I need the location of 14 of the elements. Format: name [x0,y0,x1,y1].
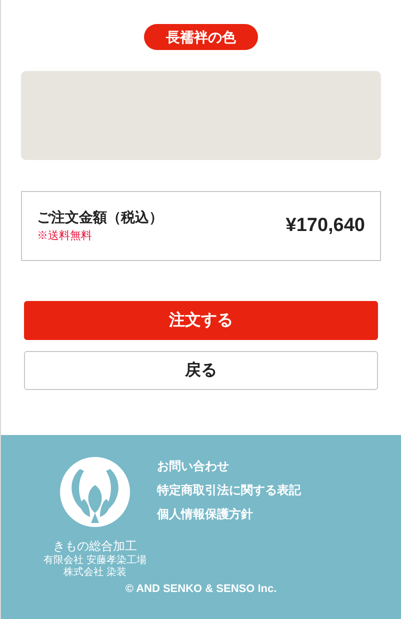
logo-company-name: 株式会社 染装 [63,567,127,579]
wreath-crest-icon [58,455,132,529]
footer-link[interactable]: 特定商取引法に関する表記 [157,481,301,499]
logo-company-name: 有限会社 安藤孝染工場 [43,555,147,566]
order-total-label: ご注文金額（税込） [37,208,163,228]
footer-link[interactable]: お問い合わせ [157,457,301,475]
section-badge: 長襦袢の色 [144,24,258,50]
free-shipping-note: ※送料無料 [37,229,93,244]
order-total-amount: ¥170,640 [286,214,365,238]
back-button[interactable]: 戻る [24,351,378,390]
order-button[interactable]: 注文する [24,301,378,340]
logo-title: きもの総合加工 [53,538,137,554]
copyright-text: © AND SENKO & SENSO Inc. [125,582,277,596]
footer-link[interactable]: 個人情報保護方針 [157,505,301,523]
